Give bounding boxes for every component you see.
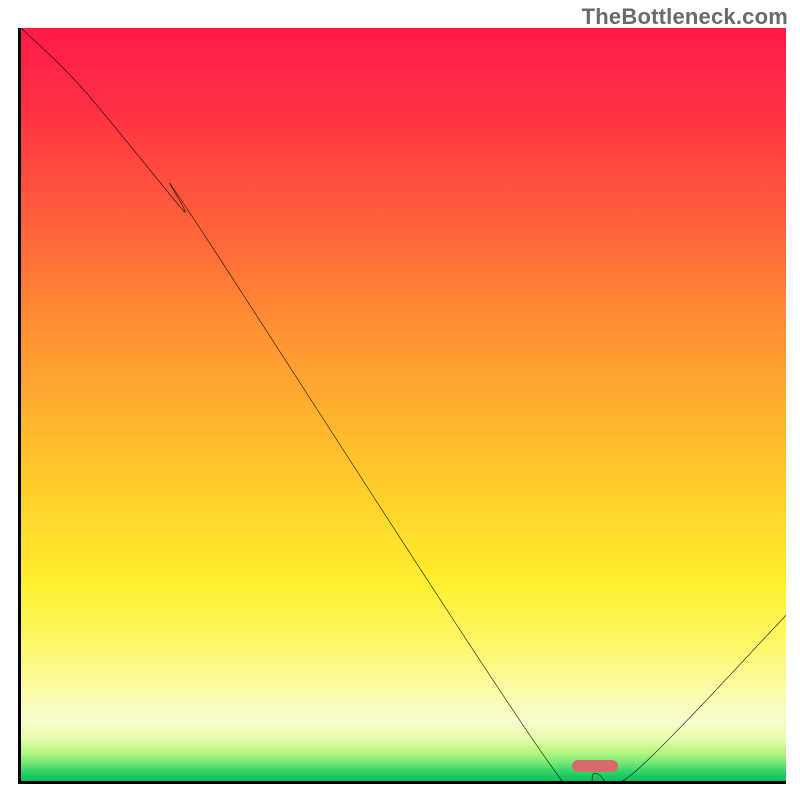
watermark-text: TheBottleneck.com [582, 4, 788, 30]
optimal-marker [572, 760, 618, 772]
chart-stage: TheBottleneck.com [0, 0, 800, 800]
plot-area [18, 28, 786, 784]
bottleneck-curve [21, 28, 786, 781]
curve-path [21, 28, 786, 781]
